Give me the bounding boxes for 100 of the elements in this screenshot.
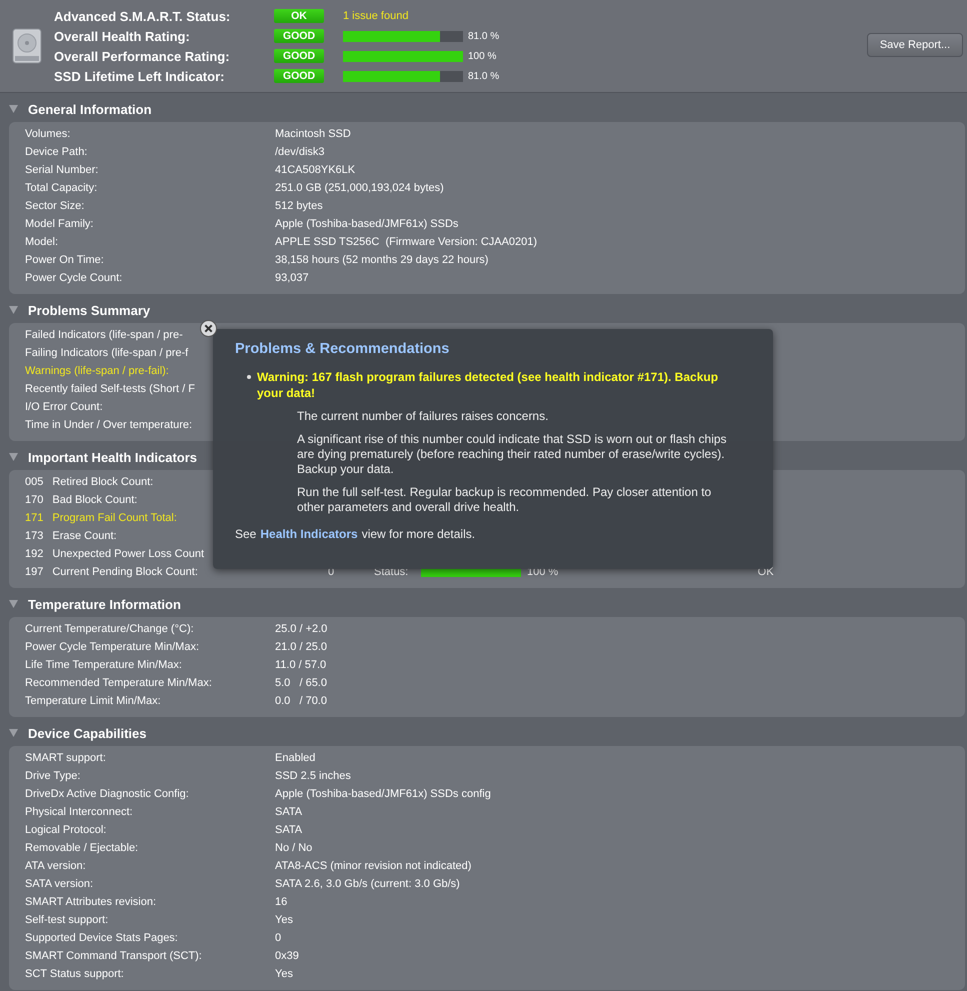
disclosure-triangle-icon[interactable] [9,729,18,737]
hard-drive-icon [12,28,42,64]
property-value: 0.0 / 70.0 [275,695,327,707]
section-title: Problems Summary [28,302,150,318]
property-value: Apple (Toshiba-based/JMF61x) SSDs [275,218,458,230]
property-label: Power Cycle Count: [25,272,122,284]
property-label: Life Time Temperature Min/Max: [25,659,182,671]
property-label: Serial Number: [25,164,98,176]
property-value: 251.0 GB (251,000,193,024 bytes) [275,182,444,194]
property-label: Time in Under / Over temperature: [25,419,192,431]
issue-note: 1 issue found [343,10,408,22]
rating-label: SSD Lifetime Left Indicator: [54,68,226,84]
property-value: Yes [275,914,293,926]
property-label: SMART Attributes revision: [25,896,156,908]
property-value: 16 [275,896,288,908]
property-value: 0x39 [275,950,299,962]
property-value: Yes [275,968,293,980]
property-value: Apple (Toshiba-based/JMF61x) SSDs config [275,788,491,800]
section-title: Temperature Information [28,596,181,612]
property-label: Drive Type: [25,770,80,782]
property-label: Power Cycle Temperature Min/Max: [25,641,200,653]
property-label: Failing Indicators (life-span / pre-f [25,347,188,359]
property-label: SCT Status support: [25,968,124,980]
indicator-label: 171 Program Fail Count Total: [25,512,177,524]
property-value: Macintosh SSD [275,128,351,140]
property-value: /dev/disk3 [275,146,325,158]
property-label: Total Capacity: [25,182,98,194]
property-label: Model: [25,236,58,248]
property-label: Device Path: [25,146,88,158]
recommendation-text: Run the full self-test. Regular backup is recommended. Pay closer attention to other parameters and overall drive health. [297,485,712,515]
rating-label: Overall Health Rating: [54,28,191,44]
disclosure-triangle-icon[interactable] [9,600,18,608]
property-label: Physical Interconnect: [25,806,133,818]
property-value: Enabled [275,752,316,764]
property-label: Failed Indicators (life-span / pre- [25,329,183,341]
property-value: APPLE SSD TS256C (Firmware Version: CJAA0201) [275,236,538,248]
warning-text: Warning: 167 flash program failures detected (see health indicator #171). Backup your data! [257,369,720,401]
property-label: SMART support: [25,752,106,764]
indicator-label: 170 Bad Block Count: [25,494,138,506]
indicator-label: 173 Erase Count: [25,530,117,542]
property-label: DriveDx Active Diagnostic Config: [25,788,189,800]
property-value: SSD 2.5 inches [275,770,351,782]
property-label: SMART Command Transport (SCT): [25,950,202,962]
property-label: SATA version: [25,878,94,890]
property-label: Supported Device Stats Pages: [25,932,178,944]
rating-label: Advanced S.M.A.R.T. Status: [54,8,232,24]
status-badge: GOOD [274,69,324,83]
property-label: Warnings (life-span / pre-fail): [25,365,169,377]
footer-text: See [235,527,256,541]
property-value: 93,037 [275,272,309,284]
close-icon[interactable] [200,320,217,337]
property-value: SATA [275,806,302,818]
recommendation-text: The current number of failures raises concerns. [297,409,550,424]
property-value: 21.0 / 25.0 [275,641,327,653]
property-value: ATA8-ACS (minor revision not indicated) [275,860,472,872]
status-label: Status: [374,566,408,578]
rating-label: Overall Performance Rating: [54,48,231,64]
status-badge: GOOD [274,49,324,63]
property-value: No / No [275,842,312,854]
property-label: Recommended Temperature Min/Max: [25,677,212,689]
property-label: Sector Size: [25,200,84,212]
property-label: Self-test support: [25,914,108,926]
status-badge: GOOD [274,29,324,43]
percent-reading: 81.0 % [468,30,500,42]
property-label: Logical Protocol: [25,824,106,836]
section-title: General Information [28,102,152,116]
indicator-label: 197 Current Pending Block Count: [25,566,198,578]
property-label: Current Temperature/Change (°C): [25,623,194,635]
property-value: 512 bytes [275,200,323,212]
property-value: 38,158 hours (52 months 29 days 22 hours) [275,254,488,266]
indicator-label: 192 Unexpected Power Loss Count [25,548,204,560]
property-value: SATA [275,824,302,836]
disclosure-triangle-icon[interactable] [9,453,18,461]
property-value: 5.0 / 65.0 [275,677,327,689]
indicator-label: 005 Retired Block Count: [25,476,154,488]
property-label: Recently failed Self-tests (Short / F [25,383,195,395]
property-label: Temperature Limit Min/Max: [25,695,161,707]
footer-text: view for more details. [362,527,476,541]
property-label: Power On Time: [25,254,104,266]
property-label: ATA version: [25,860,86,872]
bullet-icon [247,375,251,379]
property-label: Model Family: [25,218,94,230]
property-label: Removable / Ejectable: [25,842,138,854]
status-badge: OK [274,9,324,23]
section-title: Important Health Indicators [28,450,198,464]
disclosure-triangle-icon[interactable] [9,306,18,314]
property-value: SATA 2.6, 3.0 Gb/s (current: 3.0 Gb/s) [275,878,460,890]
save-report-button[interactable]: Save Report... [867,33,963,57]
property-label: I/O Error Count: [25,401,103,413]
percent-reading: 100 % [468,50,496,62]
property-label: Volumes: [25,128,70,140]
section-title: Device Capabilities [28,726,146,740]
health-indicators-link[interactable]: Health Indicators [260,527,358,541]
property-value: 0 [275,932,282,944]
property-value: 11.0 / 57.0 [275,659,326,671]
percent-reading: 81.0 % [468,70,500,82]
property-value: 41CA508YK6LK [275,164,356,176]
popover-title: Problems & Recommendations [235,341,450,357]
disclosure-triangle-icon[interactable] [9,105,18,113]
recommendation-text: A significant rise of this number could indicate that SSD is worn out or flash chips are dying prematurely (before reaching their rated number of erase/write cycles). Backup your data. [297,432,728,477]
